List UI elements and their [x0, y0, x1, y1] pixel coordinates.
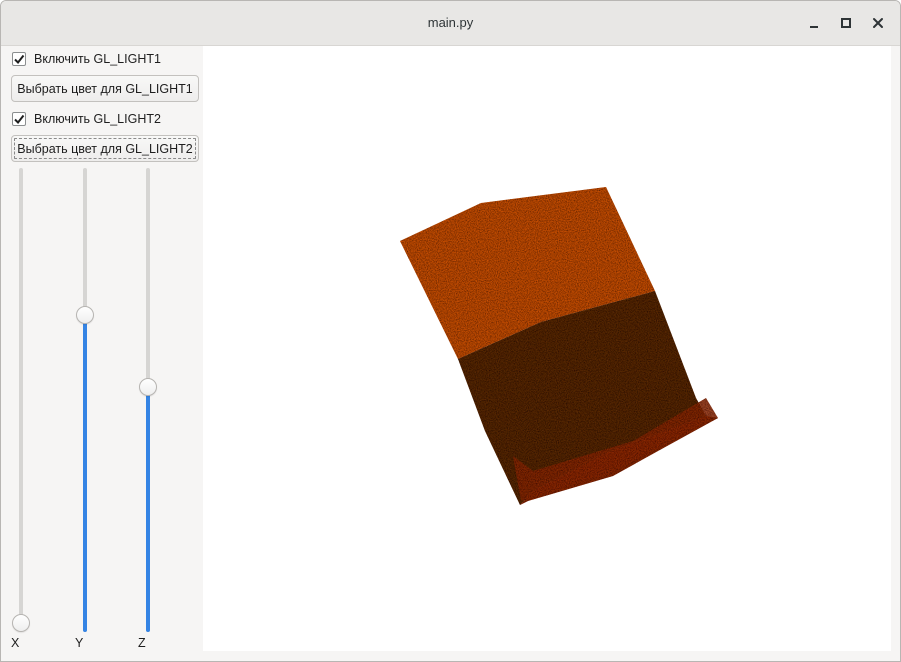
title-bar[interactable]: main.py [1, 1, 900, 46]
checkmark-icon [14, 114, 25, 125]
slider-x-track[interactable] [19, 168, 23, 632]
checkmark-icon [14, 54, 25, 65]
slider-x-label: X [11, 636, 20, 650]
light1-checkbox[interactable] [12, 52, 26, 66]
slider-y-label: Y [75, 636, 84, 650]
light1-checkbox-label: Включить GL_LIGHT1 [34, 52, 161, 66]
minimize-icon [810, 26, 818, 28]
rendered-surface [400, 187, 718, 505]
app-window: main.py Включить GL_LIGHT1 Выбрать цвет … [0, 0, 901, 662]
close-button[interactable] [868, 13, 888, 33]
light1-toggle[interactable]: Включить GL_LIGHT1 [12, 50, 161, 68]
controls-sidebar: Включить GL_LIGHT1 Выбрать цвет для GL_L… [1, 46, 202, 661]
slider-z-fill [146, 386, 150, 632]
choose-light1-color-button[interactable]: Выбрать цвет для GL_LIGHT1 [11, 75, 199, 102]
slider-y-track[interactable] [83, 168, 87, 632]
maximize-button[interactable] [836, 13, 856, 33]
slider-z-track[interactable] [146, 168, 150, 632]
maximize-icon [841, 18, 851, 28]
slider-z-handle[interactable] [139, 378, 157, 396]
minimize-button[interactable] [804, 13, 824, 33]
slider-y-handle[interactable] [76, 306, 94, 324]
choose-light2-color-button[interactable]: Выбрать цвет для GL_LIGHT2 [11, 135, 199, 162]
slider-x-handle[interactable] [12, 614, 30, 632]
opengl-viewport[interactable] [203, 46, 891, 651]
light2-toggle[interactable]: Включить GL_LIGHT2 [12, 110, 161, 128]
slider-z-label: Z [138, 636, 146, 650]
light2-checkbox[interactable] [12, 112, 26, 126]
slider-y-fill [83, 312, 87, 632]
window-title: main.py [427, 15, 474, 30]
close-icon [873, 18, 883, 28]
light2-checkbox-label: Включить GL_LIGHT2 [34, 112, 161, 126]
